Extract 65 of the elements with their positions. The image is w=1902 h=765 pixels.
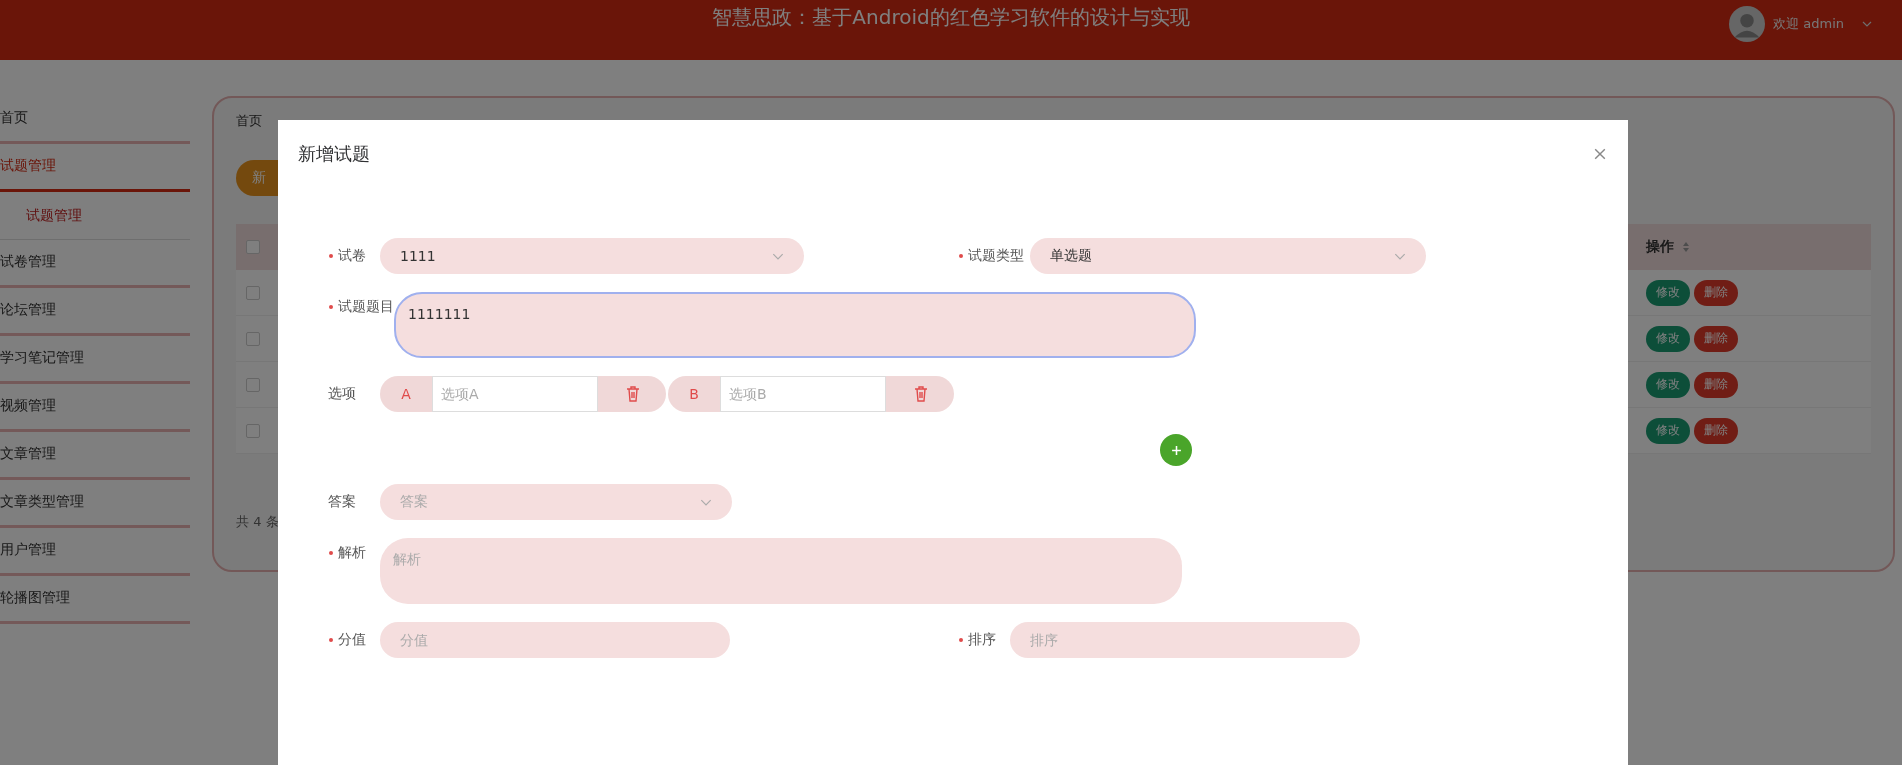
field-label: 试卷 bbox=[338, 247, 366, 265]
required-icon bbox=[328, 637, 334, 643]
row-checkbox[interactable] bbox=[246, 285, 260, 300]
welcome-user[interactable]: 欢迎 admin bbox=[1773, 15, 1844, 33]
sort-icon[interactable] bbox=[1682, 241, 1690, 253]
delete-button[interactable]: 删除 bbox=[1694, 325, 1738, 352]
sidebar-item[interactable]: 论坛管理 bbox=[0, 288, 190, 336]
sidebar-item[interactable]: 视频管理 bbox=[0, 384, 190, 432]
app-title: 智慧思政：基于Android的红色学习软件的设计与实现 bbox=[712, 3, 1190, 31]
sidebar-item[interactable]: 用户管理 bbox=[0, 528, 190, 576]
field-label: 答案 bbox=[328, 493, 356, 511]
dialog-title: 新增试题 bbox=[298, 142, 370, 166]
option-input[interactable]: 选项B bbox=[720, 376, 886, 412]
close-icon[interactable] bbox=[1594, 148, 1606, 160]
field-label: 排序 bbox=[968, 631, 996, 649]
paper-select[interactable]: 1111 bbox=[380, 238, 804, 274]
trash-icon[interactable] bbox=[626, 386, 640, 402]
field-label: 选项 bbox=[328, 385, 357, 403]
required-icon bbox=[328, 550, 334, 556]
select-all-checkbox[interactable] bbox=[246, 240, 260, 254]
delete-button[interactable]: 删除 bbox=[1694, 279, 1738, 306]
edit-button[interactable]: 修改 bbox=[1646, 325, 1690, 352]
chevron-icon bbox=[700, 498, 712, 506]
delete-button[interactable]: 删除 bbox=[1694, 371, 1738, 398]
sidebar-item[interactable]: 学习笔记管理 bbox=[0, 336, 190, 384]
option-letter: B bbox=[688, 386, 700, 402]
field-label: 试题题目 bbox=[338, 298, 394, 316]
required-icon bbox=[958, 637, 964, 643]
sidebar-item[interactable]: 轮播图管理 bbox=[0, 576, 190, 624]
order-input[interactable]: 排序 bbox=[1010, 622, 1360, 658]
column-header[interactable]: 操作 bbox=[1646, 238, 1861, 256]
total-count: 共 4 条 bbox=[236, 513, 279, 531]
sidebar-item[interactable]: 试卷管理 bbox=[0, 240, 190, 288]
sidebar-item[interactable]: 文章类型管理 bbox=[0, 480, 190, 528]
question-textarea[interactable]: 1111111 bbox=[394, 292, 1196, 358]
avatar-icon[interactable] bbox=[1729, 6, 1766, 42]
edit-button[interactable]: 修改 bbox=[1646, 371, 1690, 398]
option-input[interactable]: 选项A bbox=[432, 376, 598, 412]
sidebar-item[interactable]: 试题管理 bbox=[0, 144, 190, 192]
edit-button[interactable]: 修改 bbox=[1646, 417, 1690, 444]
row-checkbox[interactable] bbox=[246, 423, 260, 438]
field-label: 解析 bbox=[338, 544, 366, 562]
chevron-icon bbox=[772, 252, 784, 260]
chevron-icon bbox=[1394, 252, 1406, 260]
add-option-button[interactable] bbox=[1160, 434, 1192, 466]
delete-button[interactable]: 删除 bbox=[1694, 417, 1738, 444]
row-checkbox[interactable] bbox=[246, 331, 260, 346]
sidebar-item[interactable]: 首页 bbox=[0, 96, 190, 144]
required-icon bbox=[328, 253, 334, 259]
field-label: 试题类型 bbox=[968, 247, 1024, 265]
option-letter: A bbox=[400, 386, 412, 402]
analysis-textarea[interactable]: 解析 bbox=[380, 538, 1182, 604]
type-select[interactable]: 单选题 bbox=[1030, 238, 1426, 274]
caret-icon[interactable] bbox=[1862, 21, 1872, 27]
required-icon bbox=[958, 253, 964, 259]
edit-button[interactable]: 修改 bbox=[1646, 279, 1690, 306]
sidebar-subitem[interactable]: 试题管理 bbox=[0, 192, 190, 240]
breadcrumb-tab[interactable]: 首页 bbox=[236, 112, 262, 130]
required-icon bbox=[328, 304, 334, 310]
plus-icon bbox=[1170, 444, 1182, 456]
sidebar-item[interactable]: 文章管理 bbox=[0, 432, 190, 480]
score-input[interactable]: 分值 bbox=[380, 622, 730, 658]
row-checkbox[interactable] bbox=[246, 377, 260, 392]
field-label: 分值 bbox=[338, 631, 366, 649]
trash-icon[interactable] bbox=[914, 386, 928, 402]
